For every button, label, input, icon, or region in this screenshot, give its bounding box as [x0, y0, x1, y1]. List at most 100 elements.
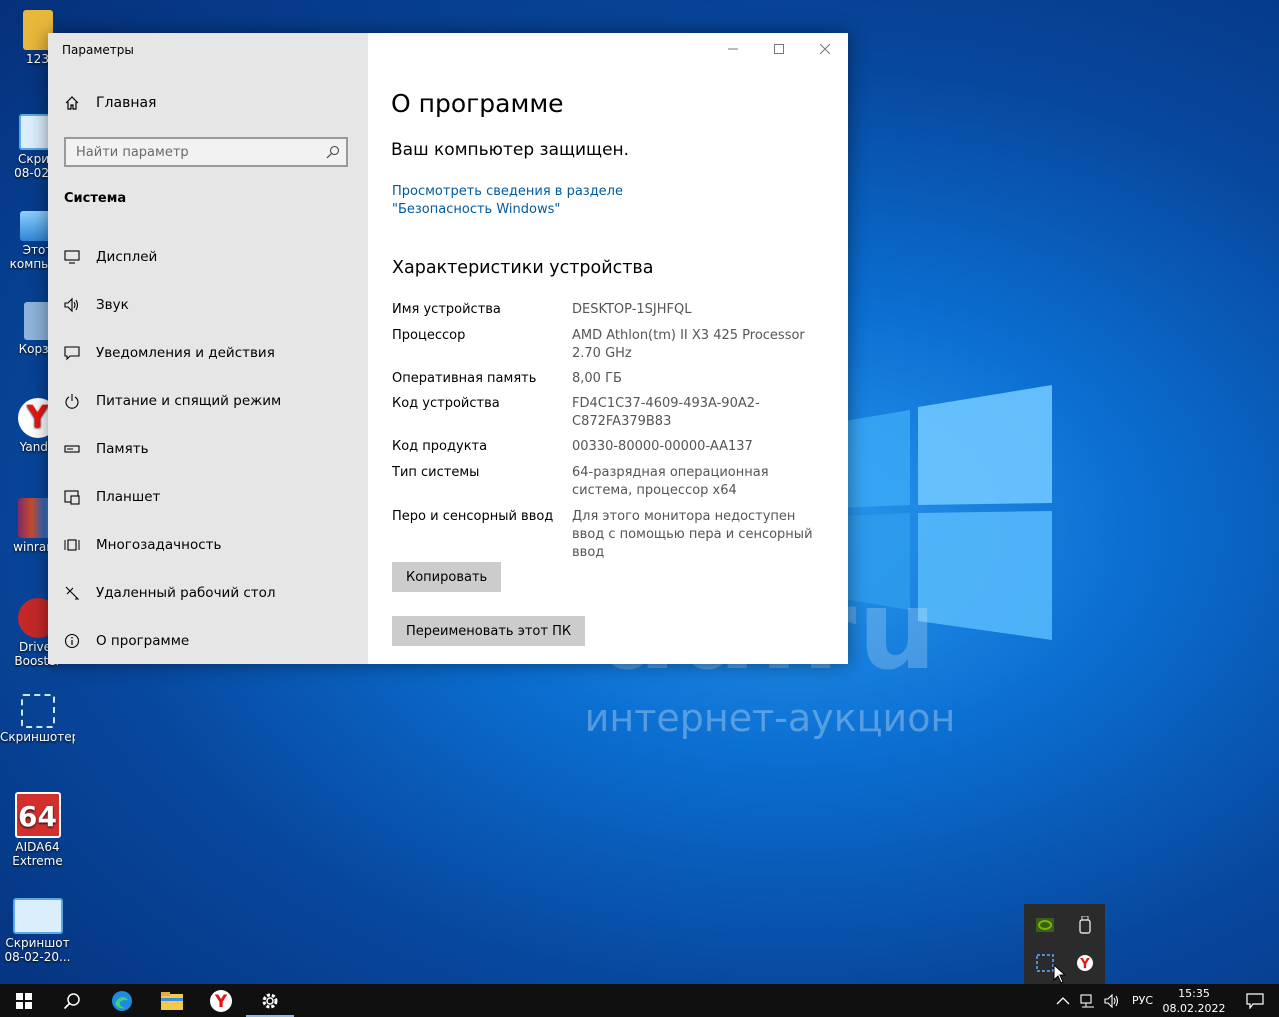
folder-icon	[161, 991, 183, 1010]
protection-status: Ваш компьютер защищен.	[391, 140, 630, 160]
speaker-icon	[64, 297, 79, 313]
search-input[interactable]	[66, 139, 316, 165]
volume-icon[interactable]	[1104, 993, 1120, 1008]
settings-sidebar: Параметры Главная Система Дисплей Звук У…	[48, 33, 368, 664]
spec-value: 00330-80000-00000-AA137	[572, 439, 753, 454]
home-icon	[65, 96, 79, 110]
home-link[interactable]: Главная	[64, 95, 156, 111]
spec-row: Код устройства FD4C1C37-4609-493A-90A2-C…	[392, 395, 832, 431]
taskbar-file-explorer[interactable]	[148, 984, 196, 1017]
close-icon	[820, 44, 830, 54]
svg-text:Y: Y	[1079, 957, 1090, 972]
spec-key: Перо и сенсорный ввод	[392, 509, 554, 524]
window-title: Параметры	[62, 43, 134, 57]
aida64-icon: 64	[14, 792, 61, 838]
notification-center-button[interactable]	[1231, 984, 1279, 1017]
desktop-icon-label: 08-02-20...	[4, 950, 71, 964]
rename-pc-button[interactable]: Переименовать этот ПК	[392, 616, 586, 646]
spec-key: Тип системы	[392, 465, 480, 480]
mouse-cursor-icon	[1053, 964, 1067, 984]
search-button[interactable]	[48, 984, 96, 1017]
settings-window: Параметры Главная Система Дисплей Звук У…	[48, 33, 848, 664]
system-tray: РУС	[1056, 984, 1153, 1017]
minimize-button[interactable]	[710, 33, 756, 65]
spec-value: 64-разрядная операционная система, проце…	[572, 465, 769, 498]
nav-item-multitasking[interactable]: Многозадачность	[48, 521, 368, 569]
nav-item-about[interactable]: О программе	[48, 617, 368, 665]
watermark-caption: интернет-аукцион	[584, 696, 956, 740]
edge-browser-icon	[112, 990, 132, 1011]
tray-nvidia[interactable]	[1033, 913, 1057, 937]
taskbar-yandex[interactable]: Y	[197, 984, 245, 1017]
nav-item-tablet[interactable]: Планшет	[48, 473, 368, 521]
taskbar: Y РУС 15:35 08.02.2022	[0, 984, 1279, 1017]
nav-item-label: Удаленный рабочий стол	[96, 585, 276, 601]
search-box[interactable]	[64, 137, 348, 167]
settings-nav: Дисплей Звук Уведомления и действия Пита…	[48, 233, 368, 665]
spec-row: Перо и сенсорный ввод Для этого монитора…	[392, 508, 832, 562]
start-button[interactable]	[0, 984, 48, 1017]
search-icon	[63, 992, 80, 1009]
nav-item-remote-desktop[interactable]: Удаленный рабочий стол	[48, 569, 368, 617]
desktop-icon-label: Скриншот	[5, 936, 70, 950]
notification-icon	[64, 346, 80, 361]
settings-content: О программе Ваш компьютер защищен. Просм…	[368, 33, 848, 664]
page-title: О программе	[391, 89, 564, 118]
copy-button[interactable]: Копировать	[392, 562, 502, 592]
nav-item-notifications[interactable]: Уведомления и действия	[48, 329, 368, 377]
spec-key: Оперативная память	[392, 371, 537, 386]
gear-icon	[262, 993, 278, 1008]
display-icon	[64, 250, 80, 264]
desktop-icon-screenshoter[interactable]: Скриншотер	[0, 694, 75, 744]
spec-row: Процессор AMD Athlon(tm) II X3 425 Proce…	[392, 327, 832, 363]
spec-value: Для этого монитора недоступен ввод с пом…	[572, 509, 813, 560]
tray-yandex[interactable]: Y	[1073, 951, 1097, 975]
maximize-icon	[774, 44, 784, 54]
svg-text:Y: Y	[214, 992, 228, 1012]
tray-usb[interactable]	[1073, 913, 1097, 937]
nav-item-display[interactable]: Дисплей	[48, 233, 368, 281]
network-icon[interactable]	[1080, 993, 1096, 1008]
spec-key: Код устройства	[392, 396, 500, 411]
tablet-icon	[64, 490, 80, 505]
section-label: Система	[64, 191, 127, 206]
taskbar-edge[interactable]	[98, 984, 146, 1017]
device-specs: Имя устройства DESKTOP-1SJHFQL Процессор…	[392, 301, 832, 562]
windows-start-icon	[16, 992, 32, 1009]
minimize-icon	[728, 48, 738, 50]
spec-value: AMD Athlon(tm) II X3 425 Processor 2.70 …	[572, 328, 805, 361]
spec-row: Имя устройства DESKTOP-1SJHFQL	[392, 301, 832, 319]
nav-item-label: Память	[96, 441, 149, 457]
nav-item-label: Дисплей	[96, 249, 158, 265]
info-icon	[64, 633, 80, 649]
storage-icon	[64, 445, 80, 453]
nav-item-storage[interactable]: Память	[48, 425, 368, 473]
taskbar-settings[interactable]	[246, 984, 294, 1017]
spec-value: 8,00 ГБ	[572, 371, 622, 386]
maximize-button[interactable]	[756, 33, 802, 65]
nav-item-label: Уведомления и действия	[96, 345, 275, 361]
usb-drive-icon	[1079, 916, 1091, 934]
desktop-icon-aida64[interactable]: 64 AIDA64 Extreme	[0, 792, 75, 868]
search-icon	[326, 145, 340, 159]
close-button[interactable]	[802, 33, 848, 65]
clock[interactable]: 15:35 08.02.2022	[1162, 986, 1226, 1016]
nav-item-power[interactable]: Питание и спящий режим	[48, 377, 368, 425]
clock-time: 15:35	[1178, 987, 1210, 1000]
nav-item-label: Многозадачность	[96, 537, 222, 553]
chevron-up-icon[interactable]	[1056, 996, 1070, 1006]
specs-heading: Характеристики устройства	[392, 258, 654, 278]
notification-icon	[1246, 992, 1264, 1009]
nav-item-sound[interactable]: Звук	[48, 281, 368, 329]
spec-key: Процессор	[392, 328, 466, 343]
desktop-icon-screenshot-2[interactable]: Скриншот 08-02-20...	[0, 898, 75, 964]
desktop-icon-label: AIDA64	[15, 840, 60, 854]
language-indicator[interactable]: РУС	[1132, 994, 1153, 1007]
screenshoter-icon	[1036, 954, 1054, 972]
spec-key: Код продукта	[392, 439, 488, 454]
multitasking-icon	[64, 539, 80, 551]
screenshoter-icon	[20, 694, 55, 728]
yandex-icon: Y	[1077, 955, 1093, 972]
power-icon	[65, 394, 79, 409]
security-link[interactable]: Просмотреть сведения в разделе "Безопасн…	[392, 183, 722, 219]
